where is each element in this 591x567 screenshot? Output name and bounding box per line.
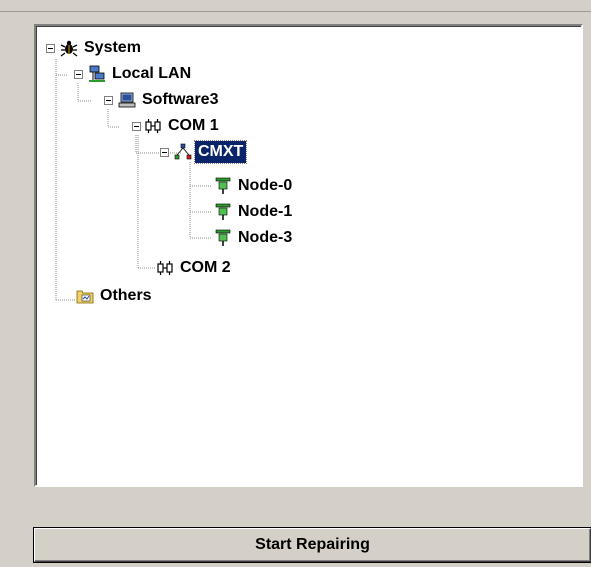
tree-node-label: Node-1	[238, 203, 293, 220]
green-device-icon	[215, 177, 231, 194]
folder-icon	[76, 290, 94, 304]
green-device-icon	[215, 229, 231, 246]
tree-node-cmxt[interactable]: CMXT	[174, 140, 248, 164]
tree-node-others[interactable]: Others	[76, 285, 155, 307]
serial-port-icon	[157, 261, 173, 275]
network-icon	[89, 65, 105, 82]
tree-node-label: Software3	[142, 91, 219, 108]
tree-node-com1[interactable]: COM 1	[144, 115, 222, 137]
expander-cmxt[interactable]	[160, 148, 169, 157]
tree-node-label: Node-0	[238, 177, 293, 194]
tree-node-system[interactable]: System	[60, 37, 144, 59]
tree-node-label: Node-3	[238, 229, 293, 246]
green-device-icon	[215, 203, 231, 220]
tree-node-label: CMXT	[193, 140, 248, 164]
tree-node-node-1[interactable]: Node-1	[214, 201, 295, 223]
tree-node-node-3[interactable]: Node-3	[214, 227, 295, 249]
tree-node-node-0[interactable]: Node-0	[214, 175, 295, 197]
tree-node-label: COM 2	[180, 259, 231, 276]
top-divider	[0, 11, 591, 12]
start-repairing-label: Start Repairing	[255, 536, 370, 553]
computer-icon	[118, 92, 136, 108]
expander-local-lan[interactable]	[74, 70, 83, 79]
bug-icon	[60, 40, 78, 57]
tree-view[interactable]: System Local LAN Software3 COM 1 CMXT No…	[34, 24, 583, 487]
tree-node-com2[interactable]: COM 2	[156, 257, 234, 279]
network-tree-icon	[174, 143, 192, 160]
tree-node-label: COM 1	[168, 117, 219, 134]
tree-node-label: Others	[100, 287, 152, 304]
serial-port-icon	[145, 119, 161, 133]
tree-node-local-lan[interactable]: Local LAN	[88, 63, 194, 85]
expander-software3[interactable]	[104, 96, 113, 105]
tree-node-label: System	[84, 39, 141, 56]
start-repairing-button[interactable]: Start Repairing	[34, 528, 591, 562]
tree-node-label: Local LAN	[112, 65, 192, 82]
expander-system[interactable]	[46, 44, 55, 53]
tree-node-software3[interactable]: Software3	[118, 89, 221, 111]
expander-com1[interactable]	[132, 122, 141, 131]
